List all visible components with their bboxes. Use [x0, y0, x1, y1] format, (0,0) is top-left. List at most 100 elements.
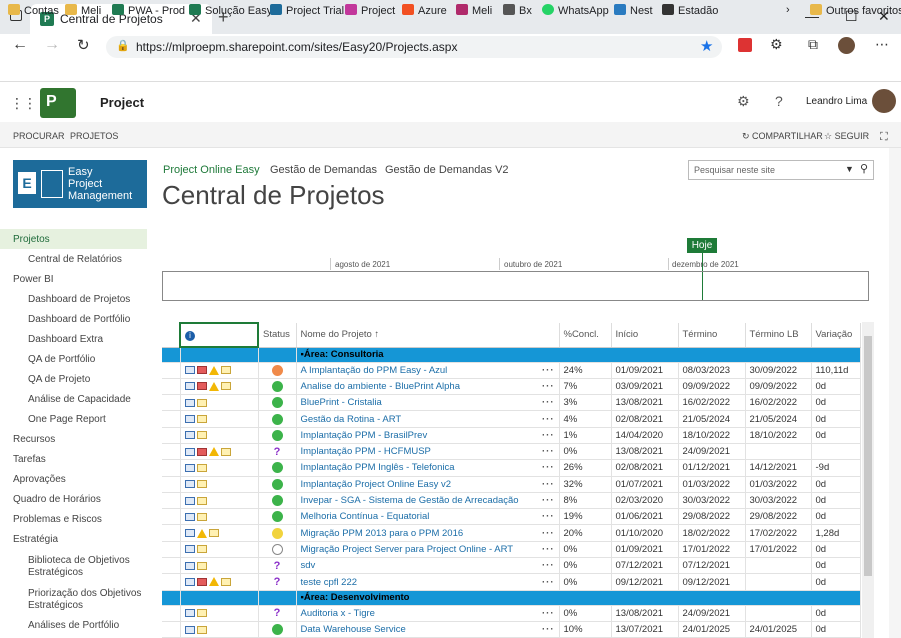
project-name[interactable]: BluePrint - Cristalia — [301, 397, 382, 408]
grid-scroll-thumb[interactable] — [864, 336, 872, 576]
nav-recursos[interactable]: Recursos — [13, 434, 55, 445]
more-options-icon[interactable]: ··· — [542, 365, 555, 376]
group-row[interactable]: ▪Área: Desenvolvimento — [162, 590, 861, 606]
user-name[interactable]: Leandro Lima — [806, 96, 867, 107]
bookmark-project-trial[interactable]: Project Trial — [270, 4, 344, 17]
nav-dashboard-portfolio[interactable]: Dashboard de Portfólio — [28, 314, 130, 325]
row-select-cell[interactable] — [162, 362, 181, 379]
header-termino[interactable]: Término — [678, 323, 746, 348]
row-select-cell[interactable] — [162, 605, 181, 622]
nav-qa-portfolio[interactable]: QA de Portfólio — [28, 354, 95, 365]
project-name[interactable]: Implantação PPM - BrasilPrev — [301, 430, 428, 441]
collections-icon[interactable]: ⧉ — [808, 36, 818, 53]
settings-gear-icon[interactable]: ⚙ — [737, 93, 750, 110]
header-pct[interactable]: %Concl. — [559, 323, 612, 348]
follow-button[interactable]: ☆ SEGUIR — [824, 131, 869, 142]
header-indicators[interactable]: i — [179, 322, 259, 348]
project-name-cell[interactable]: Data Warehouse Service ··· — [296, 621, 560, 638]
bookmark-project[interactable]: Project — [345, 4, 395, 17]
nav-analises-portfolio[interactable]: Análises de Portfólio — [28, 620, 119, 631]
more-icon[interactable]: ⋯ — [875, 36, 889, 53]
more-options-icon[interactable]: ··· — [542, 577, 555, 588]
more-options-icon[interactable]: ··· — [542, 511, 555, 522]
project-name-cell[interactable]: Invepar - SGA - Sistema de Gestão de Arr… — [296, 492, 560, 510]
nav-problemas-riscos[interactable]: Problemas e Riscos — [13, 514, 102, 525]
project-name[interactable]: Implantação PPM Inglês - Telefonica — [301, 462, 455, 473]
table-row[interactable]: Melhoria Contínua - Equatorial ··· 19% 01/0… — [162, 508, 861, 526]
nav-dashboard-projetos[interactable]: Dashboard de Projetos — [28, 294, 130, 305]
extensions-icon[interactable]: ⚙ — [770, 36, 783, 53]
profile-avatar[interactable] — [838, 37, 855, 54]
brand-logo[interactable]: E Easy Project Management — [13, 160, 147, 208]
page-scrollbar[interactable] — [889, 148, 901, 638]
project-name-cell[interactable]: Implantação PPM Inglês - Telefonica ··· — [296, 459, 560, 477]
more-options-icon[interactable]: ··· — [542, 381, 555, 392]
row-select-cell[interactable] — [162, 427, 181, 444]
row-select-cell[interactable] — [162, 541, 181, 559]
project-name-cell[interactable]: Auditoria x - Tigre ··· — [296, 605, 560, 622]
nav-dashboard-extra[interactable]: Dashboard Extra — [28, 334, 103, 345]
row-select-cell[interactable] — [162, 492, 181, 510]
back-icon[interactable]: ← — [12, 36, 28, 54]
table-row[interactable]: BluePrint - Cristalia ··· 3% 13/08/2021 16/0… — [162, 394, 861, 412]
more-options-icon[interactable]: ··· — [542, 414, 555, 425]
nav-analise-capacidade[interactable]: Análise de Capacidade — [28, 394, 131, 405]
project-name-cell[interactable]: Gestão da Rotina - ART ··· — [296, 410, 560, 428]
project-name[interactable]: Migração PPM 2013 para o PPM 2016 — [301, 528, 464, 539]
bookmark-bx[interactable]: Bx — [503, 4, 532, 17]
more-options-icon[interactable]: ··· — [542, 528, 555, 539]
row-select-cell[interactable] — [162, 443, 181, 461]
row-select-cell[interactable] — [162, 508, 181, 526]
project-logo-icon[interactable]: P — [40, 88, 76, 118]
header-variacao[interactable]: Variação — [811, 323, 861, 348]
tab-procurar[interactable]: PROCURAR — [13, 131, 65, 141]
nav-priorizacao-objetivos[interactable]: Priorização dos Objetivos Estratégicos — [28, 588, 146, 612]
row-select-cell[interactable] — [162, 378, 181, 396]
toplink-gestao-demandas[interactable]: Gestão de Demandas — [270, 164, 377, 176]
project-name[interactable]: Gestão da Rotina - ART — [301, 414, 402, 425]
header-select[interactable] — [162, 323, 181, 348]
nav-aprovacoes[interactable]: Aprovações — [13, 474, 66, 485]
chevron-right-icon[interactable]: › — [786, 4, 790, 16]
table-row[interactable]: Implantação PPM - BrasilPrev ··· 1% 14/04/2… — [162, 427, 861, 444]
project-name[interactable]: teste cpfl 222 — [301, 577, 358, 588]
nav-qa-projeto[interactable]: QA de Projeto — [28, 374, 90, 385]
project-name-cell[interactable]: Migração PPM 2013 para o PPM 2016 ··· — [296, 524, 560, 542]
row-select-cell[interactable] — [162, 410, 181, 428]
bookmark-solucao-easy[interactable]: Solução Easy — [189, 4, 272, 17]
more-options-icon[interactable]: ··· — [542, 560, 555, 571]
more-options-icon[interactable]: ··· — [542, 544, 555, 555]
header-inicio[interactable]: Início — [611, 323, 679, 348]
table-row[interactable]: A Implantação do PPM Easy - Azul ··· 24% 01… — [162, 362, 861, 379]
table-row[interactable]: ? sdv ··· 0% 07/12/2021 07/12/2021 0d — [162, 557, 861, 575]
project-name-cell[interactable]: Analise do ambiente - BluePrint Alpha ··· — [296, 378, 560, 396]
row-select-cell[interactable] — [162, 394, 181, 412]
project-name[interactable]: Migração Project Server para Project Onl… — [301, 544, 514, 555]
bookmark-meli-2[interactable]: Meli — [456, 4, 492, 17]
nav-tarefas[interactable]: Tarefas — [13, 454, 46, 465]
more-options-icon[interactable]: ··· — [542, 624, 555, 635]
timeline-box[interactable] — [162, 271, 869, 301]
project-name-cell[interactable]: BluePrint - Cristalia ··· — [296, 394, 560, 412]
table-row[interactable]: Migração PPM 2013 para o PPM 2016 ··· 20% 0… — [162, 524, 861, 542]
project-name-cell[interactable]: teste cpfl 222 ··· — [296, 573, 560, 591]
more-options-icon[interactable]: ··· — [542, 397, 555, 408]
table-row[interactable]: ? teste cpfl 222 ··· 0% 09/12/2021 09/12/2021… — [162, 573, 861, 591]
refresh-icon[interactable]: ↻ — [77, 36, 90, 54]
project-name[interactable]: Auditoria x - Tigre — [301, 608, 375, 619]
favorite-star-icon[interactable]: ★ — [700, 37, 713, 55]
project-name[interactable]: Melhoria Contínua - Equatorial — [301, 511, 430, 522]
help-icon[interactable]: ? — [775, 93, 783, 109]
bookmark-contas[interactable]: Contas — [8, 4, 59, 17]
header-nome[interactable]: Nome do Projeto ↑ — [296, 323, 560, 348]
nav-central-relatorios[interactable]: Central de Relatórios — [28, 254, 122, 265]
project-name-cell[interactable]: sdv ··· — [296, 557, 560, 575]
bookmark-estadao[interactable]: Estadão — [662, 4, 718, 17]
table-row[interactable]: Implantação PPM Inglês - Telefonica ··· 26… — [162, 459, 861, 477]
user-avatar[interactable] — [872, 89, 896, 113]
project-name-cell[interactable]: Implantação PPM - HCFMUSP ··· — [296, 443, 560, 461]
table-row[interactable]: Implantação Project Online Easy v2 ··· 32%… — [162, 476, 861, 493]
forward-icon[interactable]: → — [44, 36, 60, 54]
table-row[interactable]: Analise do ambiente - BluePrint Alpha ···… — [162, 378, 861, 396]
url-field[interactable]: 🔒 https://mlproepm.sharepoint.com/sites/… — [106, 36, 722, 58]
